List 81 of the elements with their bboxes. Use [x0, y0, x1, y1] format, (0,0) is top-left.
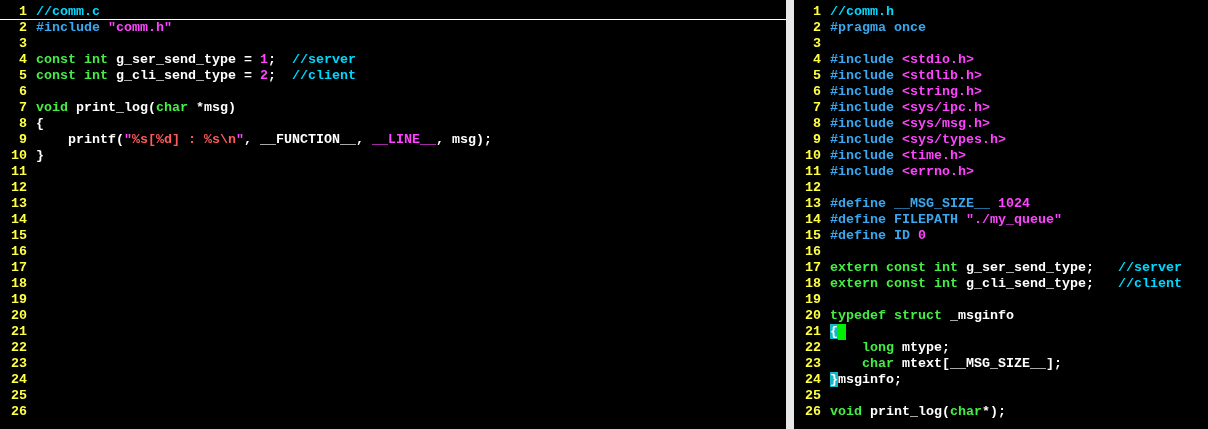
code-line: #include <sys/msg.h>: [830, 116, 990, 132]
line-number: 17: [804, 260, 822, 276]
code-line: #define ID 0: [830, 228, 926, 244]
line-number: 12: [804, 180, 822, 196]
code-line: const int g_ser_send_type = 1; //server: [36, 52, 356, 68]
line-number: 4: [812, 52, 822, 68]
line-number: 10: [804, 148, 822, 164]
line-number: 1: [18, 4, 28, 19]
line-number: 16: [804, 244, 822, 260]
code-line: //comm.c: [36, 4, 100, 19]
line-number: 22: [804, 340, 822, 356]
line-number: 23: [804, 356, 822, 372]
line-number: 26: [804, 404, 822, 420]
line-number: 3: [812, 36, 822, 52]
line-number: 9: [812, 132, 822, 148]
line-number: 19: [10, 292, 28, 308]
line-number: 13: [804, 196, 822, 212]
line-number: 20: [804, 308, 822, 324]
line-number: 13: [10, 196, 28, 212]
line-number: 23: [10, 356, 28, 372]
code-line: void print_log(char *msg): [36, 100, 236, 116]
line-number: 3: [18, 36, 28, 52]
code-line: #include <string.h>: [830, 84, 982, 100]
code-line: //comm.h: [830, 4, 894, 20]
code-line: #include <stdlib.h>: [830, 68, 982, 84]
code-line: extern const int g_ser_send_type; //server: [830, 260, 1182, 276]
line-number: 19: [804, 292, 822, 308]
line-number: 24: [10, 372, 28, 388]
code-line: typedef struct _msginfo: [830, 308, 1014, 324]
code-line: printf("%s[%d] : %s\n", __FUNCTION__, __LINE__, msg);: [67, 132, 492, 148]
line-number: 8: [18, 116, 28, 132]
line-number: 4: [18, 52, 28, 68]
line-number: 26: [10, 404, 28, 420]
line-number: 2: [812, 20, 822, 36]
line-number: 25: [804, 388, 822, 404]
code-line: #include <sys/ipc.h>: [830, 100, 990, 116]
code-line: extern const int g_cli_send_type; //client: [830, 276, 1182, 292]
code-line: #include <sys/types.h>: [830, 132, 1006, 148]
line-number: 10: [10, 148, 28, 164]
line-number: 20: [10, 308, 28, 324]
line-number: 6: [812, 84, 822, 100]
line-number: 6: [18, 84, 28, 100]
code-line: const int g_cli_send_type = 2; //client: [36, 68, 356, 84]
line-number: 14: [804, 212, 822, 228]
line-number: 7: [18, 100, 28, 116]
code-line: void print_log(char*);: [830, 404, 1006, 420]
line-number: 5: [812, 68, 822, 84]
line-number: 18: [804, 276, 822, 292]
code-line: #define FILEPATH "./my_queue": [830, 212, 1062, 228]
code-line: #include <errno.h>: [830, 164, 974, 180]
split-bar[interactable]: [786, 0, 794, 429]
line-number: 11: [804, 164, 822, 180]
line-number: 25: [10, 388, 28, 404]
line-number: 24: [804, 372, 822, 388]
line-number: 17: [10, 260, 28, 276]
line-number: 11: [10, 164, 28, 180]
line-number: 14: [10, 212, 28, 228]
code-line: long mtype;: [861, 340, 950, 356]
line-number: 2: [18, 20, 28, 36]
code-line: }: [36, 148, 44, 164]
line-number: 1: [812, 4, 822, 20]
line-number: 16: [10, 244, 28, 260]
code-line: #include "comm.h": [36, 20, 172, 36]
line-number: 15: [10, 228, 28, 244]
line-number: 8: [812, 116, 822, 132]
code-line: #include <time.h>: [830, 148, 966, 164]
line-number: 5: [18, 68, 28, 84]
line-number: 9: [18, 132, 28, 148]
code-line: }msginfo;: [830, 372, 902, 388]
line-number: 7: [812, 100, 822, 116]
code-line: #include <stdio.h>: [830, 52, 974, 68]
code-line: char mtext[__MSG_SIZE__];: [861, 356, 1062, 372]
code-line: {: [36, 116, 44, 132]
line-number: 21: [10, 324, 28, 340]
line-number: 22: [10, 340, 28, 356]
code-line: #define __MSG_SIZE__ 1024: [830, 196, 1030, 212]
line-number: 15: [804, 228, 822, 244]
line-number: 12: [10, 180, 28, 196]
line-number: 21: [804, 324, 822, 340]
code-line: #pragma once: [830, 20, 926, 36]
line-number: 18: [10, 276, 28, 292]
